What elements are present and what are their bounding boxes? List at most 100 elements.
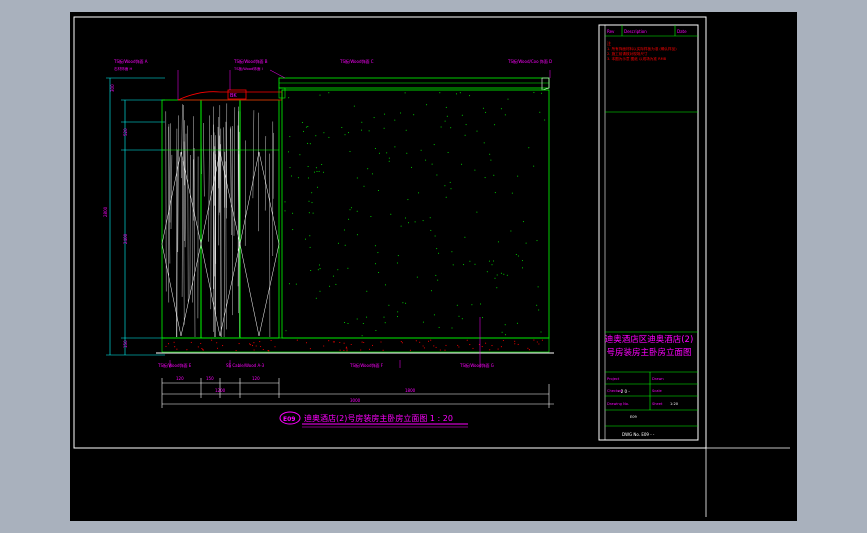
wall-speckle [511, 192, 513, 194]
wood-grain-line [265, 136, 266, 211]
tb-note-1: 1. 所有饰面材料以实际样板为准 (确认样品) [607, 46, 677, 51]
wall-speckle [430, 229, 432, 231]
wall-speckle [289, 136, 291, 138]
wall-speckle [343, 229, 345, 231]
wall-speckle [312, 212, 314, 214]
wood-grain-line [208, 115, 210, 242]
wall-speckle [375, 263, 376, 265]
floor-hatch-dot [255, 345, 257, 347]
floor-hatch-dot [259, 341, 261, 343]
wall-speckle [504, 324, 506, 326]
wood-grain-line [217, 126, 219, 189]
wall-speckle [430, 290, 432, 292]
wall-speckle [328, 136, 330, 138]
wall-speckle [284, 201, 286, 203]
wall-speckle [414, 221, 416, 223]
wall-speckle [314, 171, 315, 173]
wood-grain-line [177, 115, 179, 253]
horizontal-dimensions [161, 378, 554, 408]
wall-speckle [416, 276, 418, 278]
tb-field-dwgno: Drawing No. [607, 402, 629, 406]
wall-speckle [299, 154, 301, 156]
cad-canvas[interactable]: Rev Description Date 注 1. 所有饰面材料以实际样板为准 … [70, 12, 797, 521]
wall-speckle [383, 127, 385, 129]
wood-grain-line [168, 124, 171, 264]
wall-speckle [307, 142, 309, 144]
wall-speckle [323, 171, 324, 173]
wall-speckle [378, 272, 380, 273]
wall-speckle [388, 160, 390, 162]
wall-speckle [406, 152, 408, 154]
tb-header-desc: Description [624, 29, 647, 34]
wall-speckle [494, 277, 496, 279]
floor-hatch-dot [346, 346, 348, 348]
wall-speckle [373, 117, 375, 119]
wall-speckle [451, 327, 453, 329]
floor-hatch-dot [305, 342, 308, 344]
floor-hatch-dot [202, 349, 204, 351]
wall-speckle [505, 334, 506, 336]
wall-speckle [390, 213, 392, 215]
tb-header-date: Date [677, 29, 687, 34]
wall-speckle [463, 264, 465, 266]
wood-grain-line [252, 110, 255, 199]
wall-speckle [405, 302, 407, 304]
wall-speckle [537, 286, 539, 288]
wall-speckle [533, 165, 535, 167]
wall-speckle [459, 92, 461, 94]
wall-speckle [418, 192, 420, 194]
wall-speckle [347, 267, 349, 269]
bottom-label-3: TS板/Wood饰面 G [459, 362, 494, 368]
floor-hatch-dot [444, 349, 446, 351]
tb-value-1: 1:20 [670, 402, 679, 406]
floor-hatch-dot [500, 346, 502, 348]
wall-speckle [500, 108, 502, 110]
wall-speckle [517, 255, 519, 257]
floor-skirting [156, 337, 554, 354]
floor-hatch-dot [339, 349, 341, 351]
wall-speckle [521, 260, 523, 262]
wall-speckle [438, 326, 440, 328]
wall-speckle [501, 331, 503, 333]
wall-speckle [540, 331, 542, 333]
vdim-outer: 2800 [103, 206, 108, 217]
floor-hatch-dot [371, 344, 374, 346]
floor-hatch-dot [458, 346, 460, 348]
tb-field-drawn: Drawn [652, 377, 664, 381]
wall-speckle [385, 284, 386, 286]
wall-speckle [317, 186, 318, 188]
floor-hatch-dot [216, 347, 219, 349]
wall-speckle [394, 146, 396, 148]
wall-speckle [307, 126, 309, 127]
floor-hatch-dot [333, 341, 335, 343]
wall-speckle [465, 124, 467, 126]
floor-hatch-dot [176, 348, 178, 350]
floor-hatch-dot [296, 339, 298, 341]
wall-speckle [447, 152, 449, 153]
vdim-total: 2400 [123, 233, 128, 244]
floor-hatch-dot [363, 341, 365, 344]
floor-hatch-dot [165, 345, 167, 347]
wall-speckle [446, 115, 448, 117]
floor-hatch-dot [167, 343, 170, 345]
wall-speckle [318, 170, 320, 172]
wall-speckle [494, 124, 496, 126]
wall-speckle [394, 119, 396, 121]
tb-field-sheet: Sheet [652, 402, 663, 406]
wall-speckle [461, 114, 463, 116]
wall-speckle [383, 316, 385, 318]
vdim-2: 150 [123, 340, 128, 348]
floor-hatch-dot [445, 344, 447, 346]
wall-speckle [377, 252, 379, 254]
wall-speckle [297, 177, 299, 179]
wall-speckle [450, 127, 452, 129]
wall-speckle [317, 269, 319, 271]
tb-value-0: - 2 0 - [618, 389, 630, 394]
wood-grain-line [187, 125, 189, 303]
tb-note-3: 3. 本图为示意 图纸 以现场为准 RMB [607, 56, 667, 61]
wall-speckle [444, 185, 446, 187]
floor-hatch-dot [346, 350, 348, 352]
wall-speckle [471, 304, 473, 306]
floor-hatch-dot [427, 340, 430, 342]
wall-speckle [474, 169, 476, 171]
